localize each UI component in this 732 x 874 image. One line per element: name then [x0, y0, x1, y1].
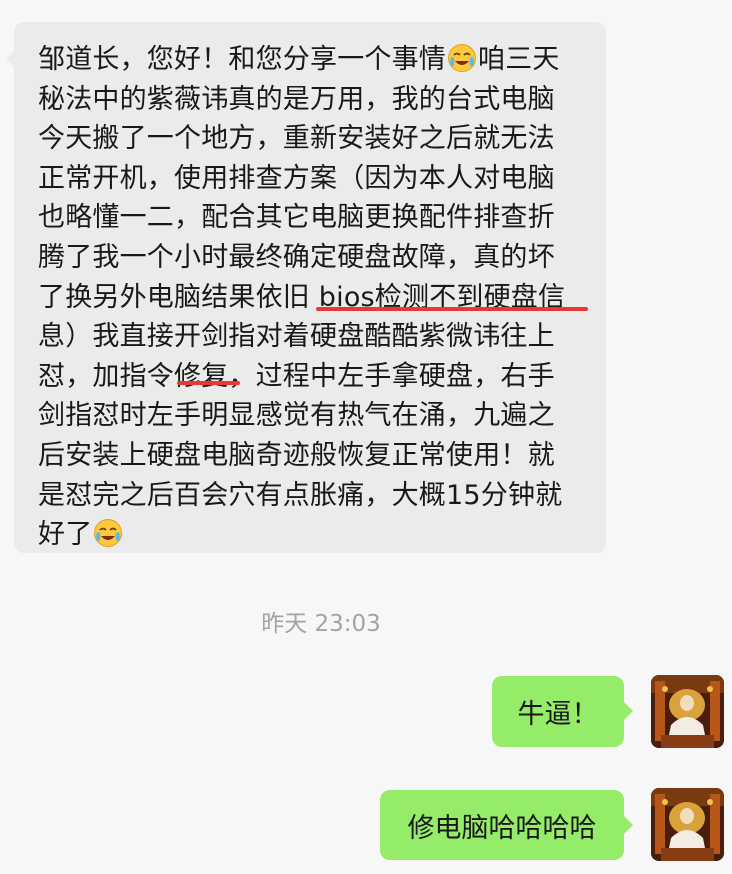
message-line-text: 腾了我一个小时最终确定硬盘故障，真的坏 — [38, 241, 555, 273]
message-line: 好了 — [38, 515, 584, 555]
message-line: 了换另外电脑结果依旧 bios检测不到硬盘信 — [38, 278, 584, 318]
message-line-text: 也略懂一二，配合其它电脑更换配件排查折 — [38, 202, 555, 234]
outgoing-message-text: 牛逼！ — [517, 699, 599, 730]
red-underline-repair — [177, 381, 240, 385]
red-underline-bios — [316, 307, 588, 311]
face-with-tears-emoji — [448, 44, 476, 72]
face-with-tears-emoji — [94, 519, 123, 548]
outgoing-message-bubble[interactable]: 牛逼！ — [492, 676, 633, 747]
message-line: 邹道长，您好！和您分享一个事情 咱三天 — [38, 40, 584, 80]
message-line-text: 正常开机，使用排查方案（因为本人对电脑 — [38, 162, 555, 194]
message-line-text: 好了 — [38, 519, 93, 551]
outgoing-message-text: 修电脑哈哈哈哈 — [407, 812, 597, 844]
message-line: 今天搬了一个地方，重新安装好之后就无法 — [38, 119, 584, 159]
avatar[interactable] — [651, 675, 724, 748]
message-line: 后安装上硬盘电脑奇迹般恢复正常使用！就 — [38, 436, 584, 476]
message-line: 怼，加指令修复，过程中左手拿硬盘，右手 — [38, 357, 584, 397]
avatar-image — [651, 788, 724, 861]
message-timestamp: 昨天 23:03 — [261, 611, 381, 637]
outgoing-message-bubble[interactable]: 修电脑哈哈哈哈 — [380, 790, 633, 860]
message-line-text: 怼，加指令修复，过程中左手拿硬盘，右手 — [38, 360, 555, 392]
message-line-text: 邹道长，您好！和您分享一个事情 — [38, 44, 446, 75]
message-line-text: 息）我直接开剑指对着硬盘酷酷紫微讳往上 — [38, 321, 555, 353]
incoming-message-text: 邹道长，您好！和您分享一个事情 咱三天秘法中的紫薇讳真的是万用，我的台式电脑 今天搬… — [38, 40, 584, 555]
message-line-text: 秘法中的紫薇讳真的是万用，我的台式电脑 — [38, 83, 555, 115]
message-line: 腾了我一个小时最终确定硬盘故障，真的坏 — [38, 238, 584, 278]
message-line-text: 剑指怼时左手明显感觉有热气在涌，九遍之 — [38, 400, 555, 432]
message-line-text: 后安装上硬盘电脑奇迹般恢复正常使用！就 — [38, 439, 555, 471]
chat-screen: 邹道长，您好！和您分享一个事情 咱三天秘法中的紫薇讳真的是万用，我的台式电脑 今天搬… — [0, 0, 732, 874]
message-line-text: 是怼完之后百会穴有点胀痛，大概15分钟就 — [38, 479, 563, 511]
message-line: 秘法中的紫薇讳真的是万用，我的台式电脑 — [38, 80, 584, 120]
message-line: 息）我直接开剑指对着硬盘酷酷紫微讳往上 — [38, 317, 584, 357]
message-line: 剑指怼时左手明显感觉有热气在涌，九遍之 — [38, 396, 584, 436]
message-line-text: 咱三天 — [478, 44, 560, 75]
incoming-message-bubble[interactable]: 邹道长，您好！和您分享一个事情 咱三天秘法中的紫薇讳真的是万用，我的台式电脑 今天搬… — [6, 22, 606, 555]
message-line: 正常开机，使用排查方案（因为本人对电脑 — [38, 159, 584, 199]
message-line: 是怼完之后百会穴有点胀痛，大概15分钟就 — [38, 476, 584, 516]
avatar-image — [651, 675, 724, 748]
message-line-text: 今天搬了一个地方，重新安装好之后就无法 — [38, 123, 555, 155]
message-line: 也略懂一二，配合其它电脑更换配件排查折 — [38, 198, 584, 238]
avatar[interactable] — [651, 788, 724, 861]
